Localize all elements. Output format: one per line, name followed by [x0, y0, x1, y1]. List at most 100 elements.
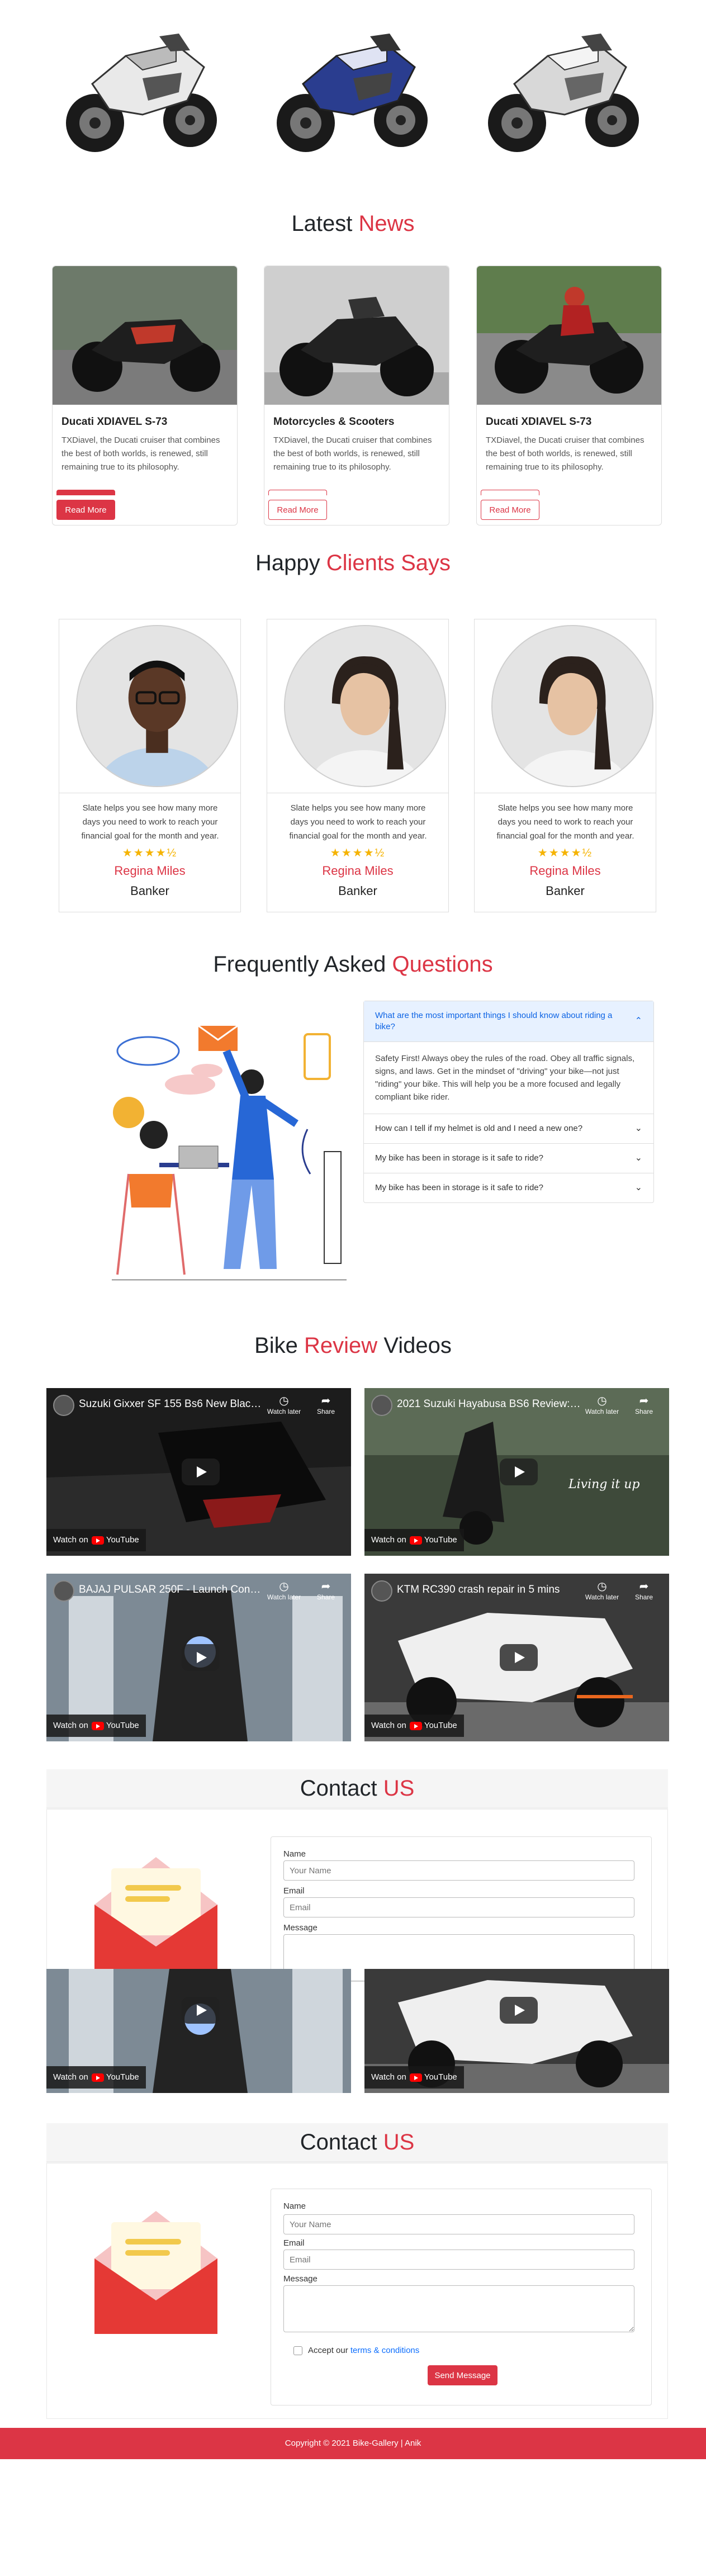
email-field[interactable] [283, 2250, 634, 2270]
play-button[interactable] [182, 1997, 220, 2024]
star-rating-icon: ★★★★½ [122, 847, 178, 859]
watch-later-button[interactable]: ◷ Watch later [262, 1579, 306, 1601]
video-embed[interactable]: Suzuki Gixxer SF 155 Bs6 New Black ... ◷… [46, 1388, 351, 1556]
watch-on-youtube-button[interactable]: Watch on YouTube [364, 1529, 464, 1551]
channel-avatar[interactable] [371, 1580, 392, 1602]
faq-question-text: What are the most important things I sho… [375, 1011, 613, 1031]
message-label: Message [283, 2274, 318, 2284]
news-section-title: Latest News [0, 211, 706, 236]
clients-title-main: Happy [255, 551, 320, 575]
play-button[interactable] [182, 1459, 220, 1485]
share-label: Share [634, 1593, 653, 1601]
faq-question[interactable]: How can I tell if my helmet is old and I… [364, 1114, 653, 1144]
watch-later-button[interactable]: ◷ Watch later [262, 1394, 306, 1415]
share-icon: ➦ [639, 1580, 649, 1593]
client-role: Banker [130, 884, 169, 898]
contact-title-accent: US [383, 1776, 415, 1801]
contact-body: Name Email Message Accept our terms & co… [46, 2163, 668, 2419]
watch-later-label: Watch later [585, 1593, 619, 1601]
watch-on-youtube-button[interactable]: Watch on YouTube [46, 1529, 146, 1551]
contact-form: Name Email Message [271, 1836, 652, 1982]
copyright-text: Copyright © 2021 Bike-Gallery | Anik [285, 2438, 421, 2448]
contact-header: Contact US [46, 1769, 668, 1808]
video-title[interactable]: KTM RC390 crash repair in 5 mins [397, 1584, 581, 1596]
faq-section-title: Frequently Asked Questions [0, 952, 706, 977]
send-message-button[interactable]: Send Message [428, 2365, 497, 2385]
video-embed[interactable]: BAJAJ PULSAR 250F - Launch Confi... ◷ Wat… [46, 1574, 351, 1741]
watch-on-youtube-button[interactable]: Watch on YouTube [46, 2066, 146, 2089]
terms-link[interactable]: terms & conditions [350, 2346, 419, 2355]
share-button[interactable]: ➦ Share [627, 1579, 661, 1601]
youtube-label: YouTube [424, 1535, 457, 1545]
watch-on-youtube-button[interactable]: Watch on YouTube [46, 1715, 146, 1737]
faq-question[interactable]: What are the most important things I sho… [364, 1001, 653, 1042]
clock-icon: ◷ [597, 1395, 607, 1407]
youtube-label: YouTube [424, 2072, 457, 2082]
envelope-icon [94, 1857, 217, 1980]
watch-on-youtube-button[interactable]: Watch on YouTube [364, 2066, 464, 2089]
watch-on-label: Watch on [371, 2072, 406, 2082]
channel-avatar[interactable] [371, 1395, 392, 1416]
play-button[interactable] [500, 1644, 538, 1671]
news-card-title: Ducati XDIAVEL S-73 [61, 416, 168, 428]
video-title[interactable]: 2021 Suzuki Hayabusa BS6 Review: S... [397, 1398, 581, 1410]
client-testimonial: Slate helps you see how many more days y… [496, 803, 634, 841]
videos-title-end: Videos [383, 1333, 452, 1358]
youtube-icon [409, 2073, 422, 2082]
channel-avatar[interactable] [53, 1395, 74, 1416]
faq-question[interactable]: My bike has been in storage is it safe t… [364, 1173, 653, 1202]
video-embed[interactable]: KTM RC390 crash repair in 5 mins ◷ Watch … [364, 1574, 669, 1741]
faq-question-text: How can I tell if my helmet is old and I… [375, 1124, 583, 1133]
read-more-button[interactable]: Read More [268, 500, 327, 520]
news-title-main: Latest [291, 211, 353, 236]
share-label: Share [634, 1408, 653, 1415]
avatar [76, 625, 238, 787]
watch-on-label: Watch on [53, 1721, 88, 1730]
email-label: Email [283, 2238, 305, 2248]
news-card-image [477, 266, 661, 405]
watch-later-button[interactable]: ◷ Watch later [580, 1394, 624, 1415]
terms-checkbox[interactable] [293, 2346, 302, 2355]
video-title[interactable]: BAJAJ PULSAR 250F - Launch Confi... [79, 1584, 263, 1596]
watch-later-button[interactable]: ◷ Watch later [580, 1579, 624, 1601]
faq-question-text: My bike has been in storage is it safe t… [375, 1183, 543, 1192]
play-button[interactable] [500, 1459, 538, 1485]
watch-on-youtube-button[interactable]: Watch on YouTube [364, 1715, 464, 1737]
share-button[interactable]: ➦ Share [627, 1394, 661, 1415]
channel-avatar[interactable] [53, 1580, 74, 1602]
clients-section-title: Happy Clients Says [0, 551, 706, 576]
faq-question[interactable]: My bike has been in storage is it safe t… [364, 1144, 653, 1173]
play-button[interactable] [182, 1644, 220, 1671]
news-card-text: TXDiavel, the Ducati cruiser that combin… [273, 435, 432, 472]
read-more-button[interactable]: Read More [481, 500, 539, 520]
read-more-button[interactable]: Read More [56, 500, 115, 520]
contact-form: Name Email Message Accept our terms & co… [271, 2189, 652, 2405]
watch-later-label: Watch later [585, 1408, 619, 1415]
share-label: Share [316, 1408, 335, 1415]
watch-on-label: Watch on [371, 1535, 406, 1545]
video-title[interactable]: Suzuki Gixxer SF 155 Bs6 New Black ... [79, 1398, 263, 1410]
watch-on-label: Watch on [53, 1535, 88, 1545]
news-card-text: TXDiavel, the Ducati cruiser that combin… [486, 435, 645, 472]
email-field[interactable] [283, 1897, 634, 1917]
contact-body: Name Email Message [46, 1809, 668, 1982]
chevron-down-icon: ⌄ [634, 1153, 642, 1163]
client-card: Slate helps you see how many more days y… [59, 619, 241, 912]
share-button[interactable]: ➦ Share [309, 1394, 343, 1415]
youtube-icon [409, 1536, 422, 1545]
client-testimonial: Slate helps you see how many more days y… [289, 803, 427, 841]
video-embed[interactable]: Watch on YouTube [364, 1969, 669, 2093]
name-field[interactable] [283, 2214, 634, 2234]
name-field[interactable] [283, 1860, 634, 1881]
video-embed[interactable]: Watch on YouTube [46, 1969, 351, 2093]
contact-title-main: Contact [300, 1776, 377, 1801]
news-card-image [264, 266, 449, 405]
video-embed[interactable]: 2021 Suzuki Hayabusa BS6 Review: S... ◷ W… [364, 1388, 669, 1556]
message-field[interactable] [283, 2285, 634, 2332]
play-button[interactable] [500, 1997, 538, 2024]
motorcycle-white-image [66, 34, 217, 152]
client-role: Banker [546, 884, 585, 898]
share-button[interactable]: ➦ Share [309, 1579, 343, 1601]
button-decoration [268, 490, 327, 495]
accept-text: Accept our [308, 2346, 348, 2355]
